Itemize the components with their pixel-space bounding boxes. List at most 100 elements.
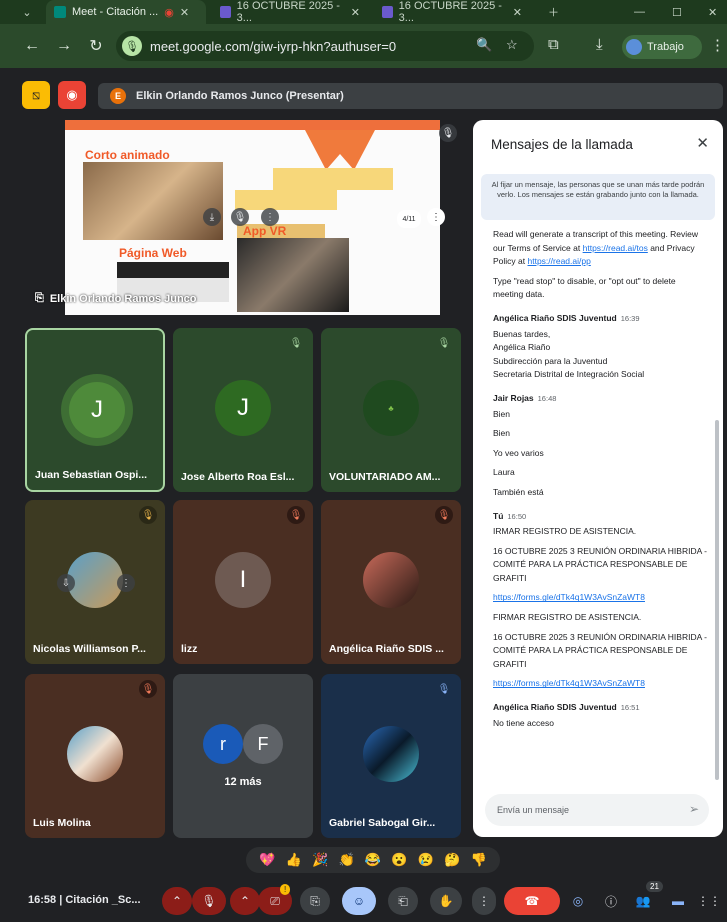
recording-button[interactable]: ◉ <box>58 81 86 109</box>
participant-tile[interactable]: 🎙 Angélica Riaño SDIS ... <box>321 500 461 664</box>
more-options-icon[interactable]: ⋮ <box>427 208 445 226</box>
present-screen-icon[interactable]: ⎘ <box>300 887 330 915</box>
zoom-icon[interactable]: 🔍 <box>476 37 492 53</box>
people-count-badge: 21 <box>646 881 663 892</box>
thumbs-down-reaction[interactable]: 👎 <box>471 852 487 868</box>
slide-title-corto: Corto animado <box>85 148 170 162</box>
tab-label: 16 OCTUBRE 2025 - 3... <box>236 0 340 24</box>
leave-call-icon[interactable]: ☎ <box>504 887 560 915</box>
mic-off-icon: 🎙 <box>287 506 305 524</box>
pin-off-icon[interactable]: ⤓ <box>203 208 221 226</box>
participant-tile[interactable]: 🎙 ♣ VOLUNTARIADO AM... <box>321 328 461 492</box>
window-close-button[interactable]: ✕ <box>700 0 725 24</box>
tos-link[interactable]: https://read.ai/tos <box>583 243 648 253</box>
participant-name: lizz <box>181 643 198 655</box>
emoji-icon[interactable]: ☺ <box>342 887 376 915</box>
more-participants-tile[interactable]: r F 12 más <box>173 674 313 838</box>
participant-tile[interactable]: 🎙 Gabriel Sabogal Gir... <box>321 674 461 838</box>
slide-photo <box>237 238 349 312</box>
mic-off-icon: 🎙 <box>139 506 157 524</box>
close-icon[interactable]: ✕ <box>351 6 360 19</box>
form-link[interactable]: https://forms.gle/dTk4q1W3AvSnZaWT8 <box>493 591 708 605</box>
participant-tile[interactable]: 🎙 J Jose Alberto Roa Esl... <box>173 328 313 492</box>
thumbs-up-reaction[interactable]: 👍 <box>286 852 302 868</box>
meet-top-bar: ⧅ ◉ E Elkin Orlando Ramos Junco (Present… <box>16 81 724 111</box>
presenter-name-text: Elkin Orlando Ramos Junco <box>49 292 197 305</box>
raise-hand-icon[interactable]: ✋ <box>430 887 462 915</box>
maximize-button[interactable]: ☐ <box>664 0 690 24</box>
heart-reaction[interactable]: 💖 <box>259 852 275 868</box>
extensions-icon[interactable]: ⧉ <box>548 36 559 53</box>
message-text: Read will generate a transcript of this … <box>493 228 708 269</box>
more-options-icon[interactable]: ⋮ <box>261 208 279 226</box>
mic-toggle-icon[interactable]: 🎙 <box>192 887 226 915</box>
slide-note <box>273 168 393 190</box>
present-stop-button[interactable]: ⧅ <box>22 81 50 109</box>
tab-doc-2[interactable]: 16 OCTUBRE 2025 - 3... ✕ <box>374 0 530 24</box>
participant-name: Luis Molina <box>33 817 91 829</box>
close-icon[interactable]: ✕ <box>180 6 189 19</box>
chat-messages[interactable]: Read will generate a transcript of this … <box>493 228 708 788</box>
tab-meet[interactable]: Meet - Citación ... ◉ ✕ <box>46 0 206 24</box>
mute-icon[interactable]: 🎙 <box>231 208 249 226</box>
sad-reaction[interactable]: 😢 <box>418 852 434 868</box>
page-indicator: 4/11 <box>397 210 421 228</box>
laugh-reaction[interactable]: 😂 <box>365 852 381 868</box>
chat-message: Angélica Riaño SDIS Juventud 16:51 No tie… <box>493 701 708 730</box>
info-icon[interactable]: ⓘ <box>600 887 622 915</box>
thinking-reaction[interactable]: 🤔 <box>444 852 460 868</box>
chat-panel: Mensajes de la llamada ✕ Al fijar un men… <box>473 120 723 837</box>
pin-icon[interactable]: ⇩ <box>57 574 75 592</box>
address-bar[interactable]: 🎙 meet.google.com/giw-iyrp-hkn?authuser=… <box>116 31 534 61</box>
slide-title-vr: App VR <box>243 224 287 238</box>
shared-slide: Corto animado Página Web App VR <box>65 120 440 315</box>
avatar: F <box>243 724 283 764</box>
download-icon[interactable]: ⤓ <box>596 36 603 53</box>
bookmark-star-icon[interactable]: ☆ <box>506 37 518 53</box>
privacy-link[interactable]: https://read.ai/pp <box>528 256 591 266</box>
participant-tile[interactable]: 🎙 Luis Molina <box>25 674 165 838</box>
tab-menu-button[interactable]: ⌄ <box>14 0 40 24</box>
new-tab-button[interactable]: ＋ <box>540 0 567 24</box>
participant-tile[interactable]: J Juan Sebastian Ospi... <box>25 328 165 492</box>
form-link[interactable]: https://forms.gle/dTk4q1W3AvSnZaWT8 <box>493 677 708 691</box>
captions-icon[interactable]: ⎗ <box>388 887 418 915</box>
chat-input[interactable]: Envía un mensaje ➢ <box>485 794 709 826</box>
camera-options-button[interactable]: ⌃ <box>230 887 260 915</box>
reload-icon[interactable]: ↻ <box>84 34 108 58</box>
profile-button[interactable]: Trabajo <box>622 35 702 59</box>
chat-scrollbar[interactable] <box>715 420 719 780</box>
mic-options-button[interactable]: ⌃ <box>162 887 192 915</box>
participant-name: Angélica Riaño SDIS ... <box>329 643 444 655</box>
party-reaction[interactable]: 🎉 <box>312 852 328 868</box>
message-time: 16:48 <box>537 393 557 403</box>
activities-grid-icon[interactable]: ⋮⋮ <box>697 887 721 915</box>
participant-tile[interactable]: 🎙 I lizz <box>173 500 313 664</box>
chat-icon[interactable]: ▬ <box>666 887 690 915</box>
presenter-banner[interactable]: E Elkin Orlando Ramos Junco (Presentar) <box>98 83 723 109</box>
forward-icon[interactable]: → <box>52 34 76 58</box>
minimize-button[interactable]: — <box>626 0 653 24</box>
message-text: 16 OCTUBRE 2025 3 REUNIÓN ORDINARIA HIBR… <box>493 631 707 669</box>
more-options-icon[interactable]: ⋮ <box>117 574 135 592</box>
more-options-icon[interactable]: ⋮ <box>472 887 496 915</box>
tab-doc-1[interactable]: 16 OCTUBRE 2025 - 3... ✕ <box>212 0 368 24</box>
slide-starburst <box>305 130 375 170</box>
participant-tile[interactable]: 🎙 ⇩ ⋮ Nicolas Williamson P... <box>25 500 165 664</box>
presentation-tile[interactable]: Corto animado Página Web App VR 🎙 ⤓ 🎙 ⋮ … <box>25 120 465 320</box>
activity-icon[interactable]: ◎ <box>566 887 590 915</box>
close-icon[interactable]: ✕ <box>696 134 709 152</box>
clap-reaction[interactable]: 👏 <box>338 852 354 868</box>
participant-name: Juan Sebastian Ospi... <box>35 469 148 481</box>
site-info-icon[interactable]: 🎙 <box>122 36 142 56</box>
clock-time: 16:58 <box>28 894 57 906</box>
surprised-reaction[interactable]: 😮 <box>391 852 407 868</box>
chat-title: Mensajes de la llamada <box>491 137 633 152</box>
menu-dots-icon[interactable]: ⋮ <box>710 36 725 54</box>
send-icon[interactable]: ➢ <box>689 802 699 816</box>
close-icon[interactable]: ✕ <box>513 6 522 19</box>
slide-note <box>235 190 337 210</box>
pin-notice: Al fijar un mensaje, las personas que se… <box>481 174 715 220</box>
participant-name: Gabriel Sabogal Gir... <box>329 817 436 829</box>
back-icon[interactable]: ← <box>20 34 44 58</box>
